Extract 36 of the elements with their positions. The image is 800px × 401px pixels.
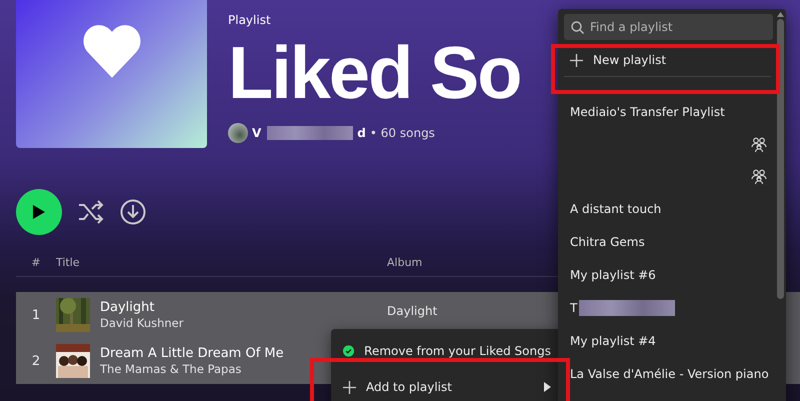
plus-icon bbox=[570, 54, 583, 66]
column-header: Album bbox=[387, 256, 424, 269]
track-artist[interactable]: David Kushner bbox=[100, 316, 387, 330]
new-playlist-item[interactable]: New playlist bbox=[564, 44, 771, 77]
playlist-item[interactable]: A distant touch bbox=[570, 202, 662, 216]
play-button[interactable] bbox=[16, 188, 62, 234]
playlist-item[interactable]: My playlist #6 bbox=[570, 268, 656, 282]
plus-icon bbox=[343, 380, 356, 394]
people-icon bbox=[751, 168, 767, 184]
playlist-item[interactable]: T bbox=[570, 300, 578, 314]
playlist-title: Liked So bbox=[228, 35, 520, 111]
track-number: 2 bbox=[30, 354, 42, 368]
play-icon bbox=[32, 204, 46, 220]
download-icon bbox=[120, 198, 146, 224]
owner-name-end: d bbox=[357, 126, 366, 140]
column-header: Title bbox=[56, 256, 81, 269]
owner-name[interactable]: V bbox=[252, 126, 262, 140]
track-number: 1 bbox=[30, 308, 42, 322]
download-button[interactable] bbox=[120, 198, 146, 224]
playlist-item[interactable]: My playlist #4 bbox=[570, 334, 656, 348]
scroll-up-icon bbox=[777, 12, 784, 17]
playlist-item[interactable]: Chitra Gems bbox=[570, 234, 645, 248]
shuffle-button[interactable] bbox=[78, 200, 104, 224]
search-field[interactable]: Find a playlist bbox=[564, 14, 773, 40]
playlist-item[interactable]: Mediaio's Transfer Playlist bbox=[570, 104, 725, 118]
check-icon bbox=[343, 344, 354, 358]
song-count: • 60 songs bbox=[370, 126, 435, 140]
search-icon bbox=[571, 21, 584, 34]
playlist-item[interactable]: La Valse d'Amélie - Version piano bbox=[570, 366, 769, 380]
people-icon bbox=[751, 136, 767, 152]
track-title[interactable]: Daylight bbox=[100, 300, 387, 315]
column-header: # bbox=[30, 256, 42, 269]
heart-icon bbox=[80, 23, 142, 79]
playlist-type-label: Playlist bbox=[228, 13, 272, 27]
shuffle-icon bbox=[78, 200, 104, 224]
avatar bbox=[228, 123, 248, 143]
